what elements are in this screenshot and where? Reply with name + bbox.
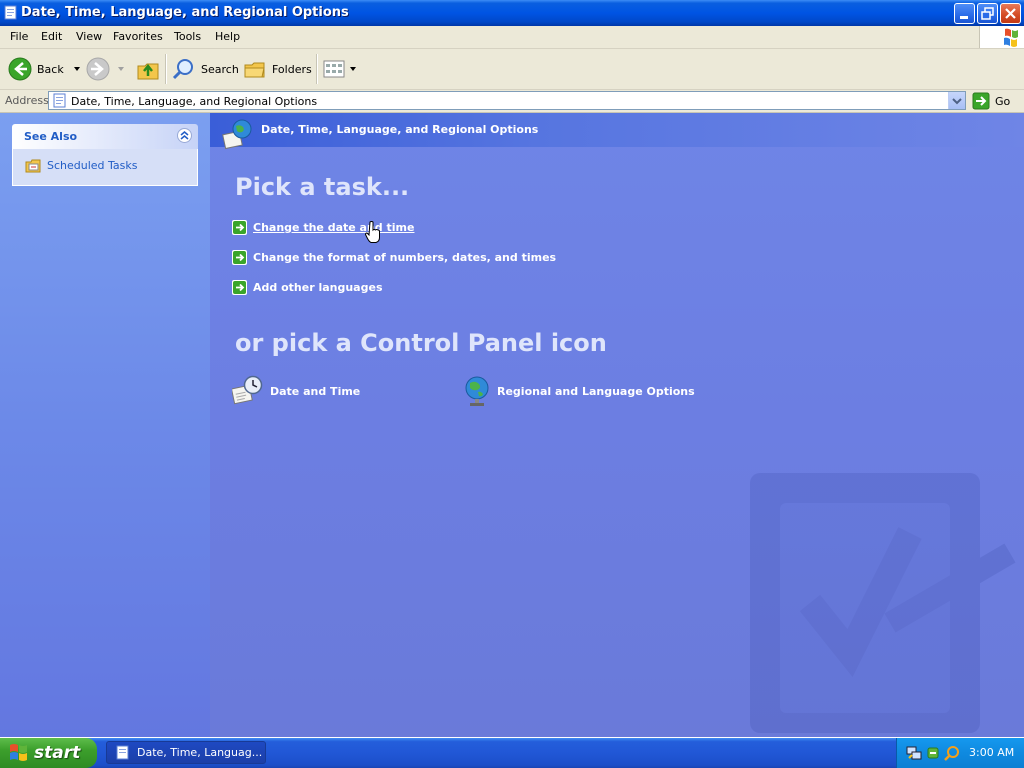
- restore-button[interactable]: [977, 3, 998, 24]
- menu-tools[interactable]: Tools: [174, 30, 201, 43]
- windows-flag-icon: [10, 744, 27, 761]
- menu-edit[interactable]: Edit: [41, 30, 62, 43]
- folders-icon: [244, 62, 265, 78]
- main-pane: Date, Time, Language, and Regional Optio…: [210, 113, 1024, 737]
- task-label: Change the date and time: [253, 221, 415, 234]
- windows-logo: [979, 26, 1024, 48]
- task-label: Change the format of numbers, dates, and…: [253, 251, 557, 264]
- task-label: Add other languages: [253, 281, 383, 294]
- control-panel-icon: [4, 5, 17, 20]
- toolbar-separator: [165, 54, 167, 84]
- network-icon[interactable]: [906, 745, 922, 761]
- system-tray: 3:00 AM: [896, 738, 1024, 768]
- menu-file[interactable]: File: [10, 30, 28, 43]
- see-also-title: See Also: [24, 130, 78, 143]
- menu-help[interactable]: Help: [215, 30, 240, 43]
- search-icon[interactable]: [944, 745, 960, 761]
- windows-flag-icon: [1004, 28, 1018, 47]
- menu-favorites[interactable]: Favorites: [113, 30, 163, 43]
- minimize-button[interactable]: [954, 3, 975, 24]
- address-bar: Address Date, Time, Language, and Region…: [0, 90, 1024, 113]
- toolbar-separator: [316, 54, 318, 84]
- window-title: Date, Time, Language, and Regional Optio…: [21, 5, 349, 20]
- forward-arrow-icon: [86, 57, 110, 81]
- address-input[interactable]: Date, Time, Language, and Regional Optio…: [48, 91, 966, 110]
- start-button[interactable]: start: [0, 738, 97, 768]
- task-add-languages[interactable]: Add other languages: [232, 280, 383, 295]
- safely-remove-icon[interactable]: [925, 745, 941, 761]
- chevron-down-icon[interactable]: [114, 64, 128, 74]
- folders-button[interactable]: Folders: [243, 55, 312, 83]
- taskbar: start Date, Time, Languag... 3:00 AM: [0, 738, 1024, 768]
- control-panel-icon: [53, 93, 66, 108]
- hand-cursor-icon: [365, 221, 380, 243]
- restore-icon: [981, 7, 994, 20]
- see-also-body: Scheduled Tasks: [12, 149, 198, 186]
- close-icon: [1005, 8, 1016, 19]
- close-button[interactable]: [1000, 3, 1021, 24]
- chevron-down-icon: [952, 98, 962, 105]
- globe-icon: [465, 376, 489, 406]
- address-value: Date, Time, Language, and Regional Optio…: [71, 95, 318, 108]
- pick-icon-heading: or pick a Control Panel icon: [235, 329, 607, 357]
- see-also-panel: See Also Scheduled Tasks: [12, 124, 198, 186]
- folders-label: Folders: [272, 62, 312, 76]
- date-and-time-label: Date and Time: [270, 384, 361, 398]
- date-time-icon: [232, 375, 263, 405]
- title-bar: Date, Time, Language, and Regional Optio…: [0, 0, 1024, 26]
- forward-button[interactable]: [86, 55, 128, 83]
- collapse-button[interactable]: [177, 128, 192, 143]
- taskbar-window-button[interactable]: Date, Time, Languag...: [106, 741, 266, 764]
- taskbar-window-label: Date, Time, Languag...: [137, 746, 263, 759]
- back-label: Back: [37, 62, 64, 76]
- date-and-time-applet[interactable]: Date and Time: [232, 375, 360, 407]
- start-label: start: [34, 743, 81, 763]
- green-arrow-icon: [232, 220, 247, 235]
- back-arrow-icon: [8, 57, 32, 81]
- green-arrow-icon: [232, 250, 247, 265]
- scheduled-tasks-link[interactable]: Scheduled Tasks: [25, 157, 138, 173]
- task-change-date-time[interactable]: Change the date and time: [232, 220, 414, 235]
- address-dropdown-button[interactable]: [948, 92, 965, 109]
- task-change-format[interactable]: Change the format of numbers, dates, and…: [232, 250, 556, 265]
- menu-bar: File Edit View Favorites Tools Help: [0, 26, 1024, 49]
- chevron-down-icon: [350, 67, 356, 71]
- see-also-header[interactable]: See Also: [12, 124, 198, 149]
- category-header: Date, Time, Language, and Regional Optio…: [210, 113, 1024, 150]
- search-button[interactable]: Search: [172, 55, 239, 83]
- task-pane: See Also Scheduled Tasks: [0, 113, 210, 737]
- chevron-down-icon[interactable]: [70, 64, 84, 74]
- control-panel-icon: [116, 745, 129, 759]
- category-title: Date, Time, Language, and Regional Optio…: [261, 123, 539, 136]
- menu-view[interactable]: View: [76, 30, 102, 43]
- up-folder-icon: [137, 63, 159, 80]
- green-arrow-icon: [232, 280, 247, 295]
- pick-a-task-heading: Pick a task...: [235, 173, 410, 201]
- go-arrow-icon: [972, 92, 990, 110]
- clock[interactable]: 3:00 AM: [969, 746, 1014, 759]
- regional-language-applet[interactable]: Regional and Language Options: [463, 375, 695, 407]
- minimize-icon: [960, 16, 968, 19]
- go-button[interactable]: Go: [972, 91, 1020, 111]
- search-icon: [172, 59, 193, 80]
- search-label: Search: [201, 62, 239, 76]
- checklist-watermark-icon: [750, 473, 1016, 733]
- views-icon: [323, 60, 345, 78]
- scheduled-tasks-icon: [25, 159, 41, 173]
- date-time-globe-icon: [222, 119, 252, 150]
- go-label: Go: [995, 94, 1011, 108]
- toolbar: Back Search Folders: [0, 49, 1024, 90]
- back-button[interactable]: Back: [8, 55, 84, 83]
- double-chevron-up-icon: [180, 131, 189, 140]
- views-button[interactable]: [322, 55, 358, 83]
- address-label: Address: [5, 94, 49, 107]
- regional-language-label: Regional and Language Options: [497, 384, 695, 398]
- up-folder-button[interactable]: [136, 55, 160, 83]
- scheduled-tasks-label: Scheduled Tasks: [47, 158, 138, 172]
